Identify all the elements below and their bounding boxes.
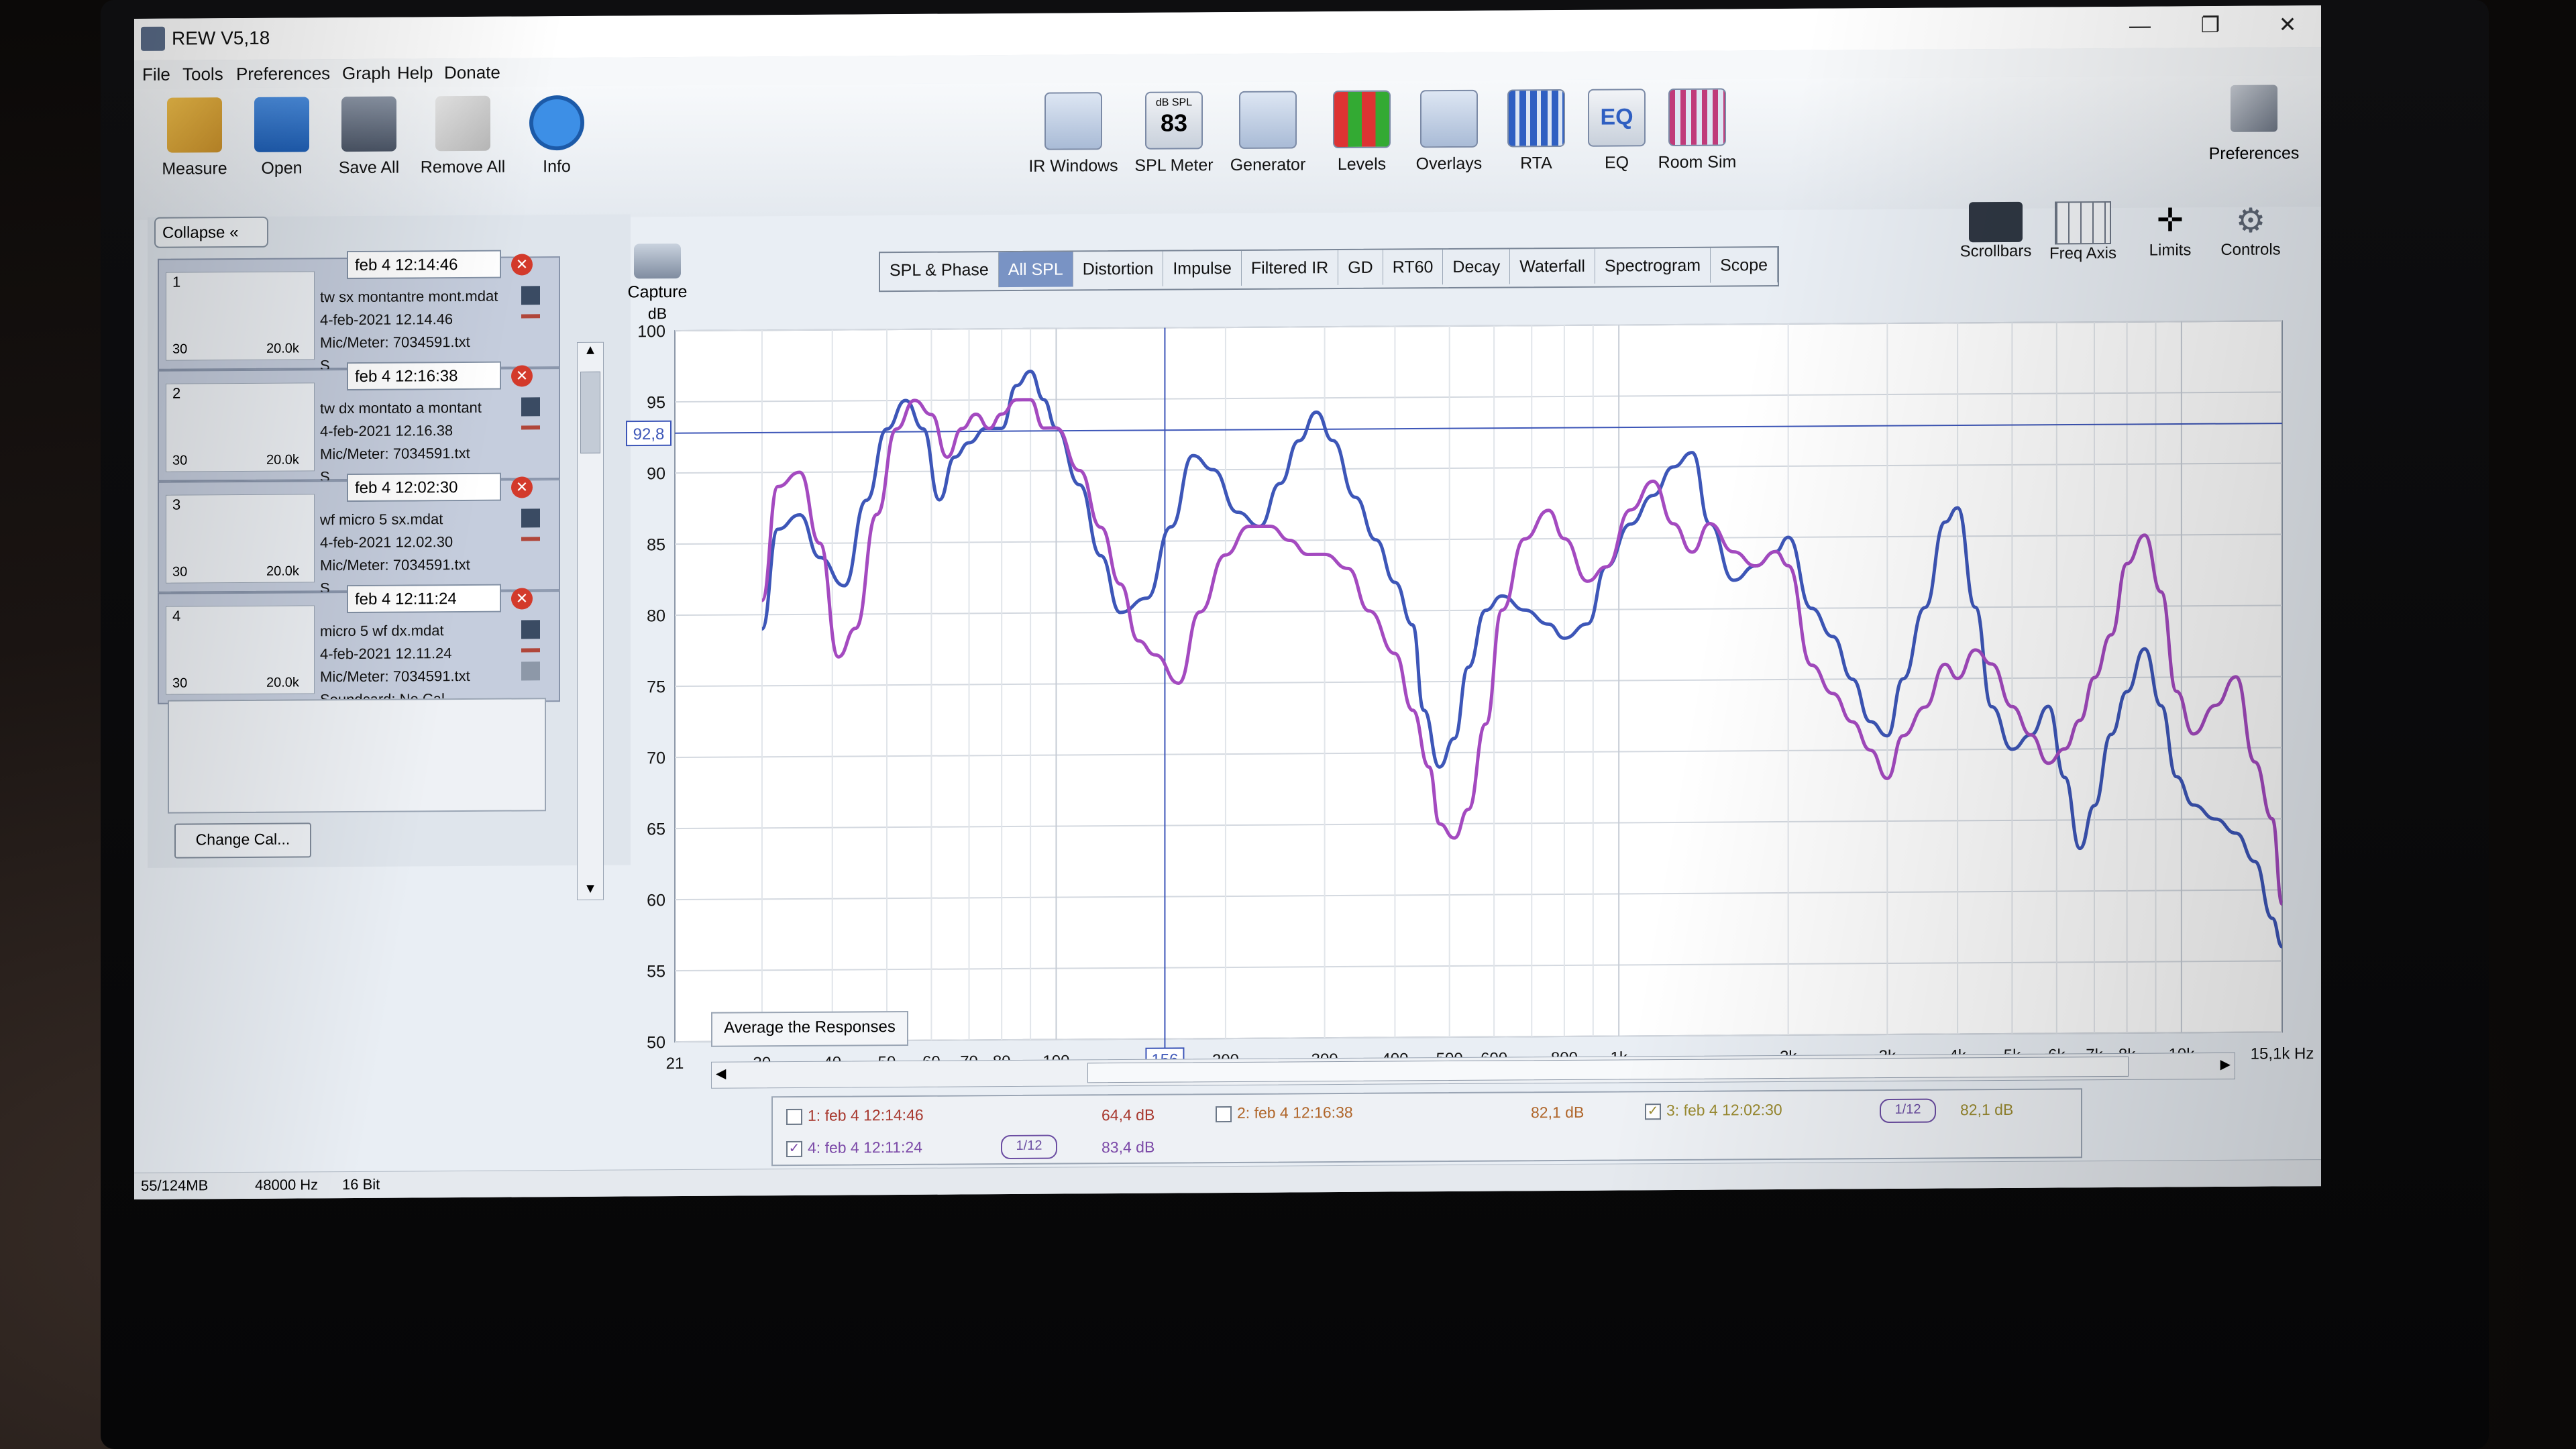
legend-level-2: 82,1 dB <box>1531 1103 1585 1122</box>
y-tick-label: 60 <box>647 891 665 910</box>
legend-level-3: 82,1 dB <box>1960 1100 2014 1119</box>
scroll-right-icon[interactable]: ▶ <box>2220 1056 2231 1073</box>
legend-checkbox-4[interactable]: ✓ <box>786 1140 802 1157</box>
y-tick-label: 95 <box>647 393 665 412</box>
legend-item-4[interactable]: ✓ 4: feb 4 12:11:24 <box>786 1138 922 1157</box>
legend-checkbox-3[interactable]: ✓ <box>1645 1104 1661 1120</box>
y-tick-label: 65 <box>647 820 665 839</box>
status-bit-depth: 16 Bit <box>342 1175 380 1193</box>
y-tick-label: 90 <box>647 464 665 483</box>
x-tick-label: 15,1k Hz <box>2251 1044 2314 1063</box>
y-tick-label: 75 <box>647 678 665 696</box>
legend-item-2[interactable]: 2: feb 4 12:16:38 <box>1216 1103 1353 1123</box>
y-tick-label: 100 <box>637 322 665 341</box>
average-responses-button[interactable]: Average the Responses <box>711 1010 908 1047</box>
legend-level-1: 64,4 dB <box>1102 1106 1155 1124</box>
legend-id-2: 2: feb 4 12:16:38 <box>1237 1103 1353 1122</box>
legend-id-4: 4: feb 4 12:11:24 <box>808 1138 922 1157</box>
legend-checkbox-1[interactable] <box>786 1108 802 1125</box>
legend-id-1: 1: feb 4 12:14:46 <box>808 1106 924 1124</box>
y-tick-label: 80 <box>647 606 665 625</box>
rew-window: REW V5,18 — ❐ ✕ File Tools Preferences G… <box>134 5 2321 1199</box>
legend-item-1[interactable]: 1: feb 4 12:14:46 <box>786 1106 924 1125</box>
cursor-level-label: 92,8 <box>633 425 665 443</box>
y-tick-label: 85 <box>647 535 665 554</box>
smoothing-badge-4[interactable]: 1/12 <box>1001 1134 1057 1160</box>
smoothing-badge-3[interactable]: 1/12 <box>1880 1098 1936 1124</box>
x-tick-label: 21 <box>666 1055 684 1073</box>
y-tick-label: 50 <box>647 1033 665 1052</box>
legend-panel: 1: feb 4 12:14:46 64,4 dB 2: feb 4 12:16… <box>771 1088 2082 1167</box>
scroll-left-icon[interactable]: ◀ <box>716 1065 726 1082</box>
status-memory: 55/124MB <box>141 1177 209 1194</box>
spl-graph[interactable]: 10095908580757065605550 2130405060708010… <box>134 5 2321 1199</box>
legend-id-3: 3: feb 4 12:02:30 <box>1666 1100 1782 1120</box>
status-sample-rate: 48000 Hz <box>255 1176 319 1193</box>
legend-checkbox-2[interactable] <box>1216 1106 1232 1123</box>
legend-level-4: 83,4 dB <box>1102 1138 1155 1157</box>
h-scroll-thumb[interactable] <box>1087 1056 2129 1083</box>
y-tick-label: 70 <box>647 749 665 767</box>
legend-item-3[interactable]: ✓ 3: feb 4 12:02:30 <box>1645 1101 1782 1120</box>
y-tick-label: 55 <box>647 962 665 981</box>
